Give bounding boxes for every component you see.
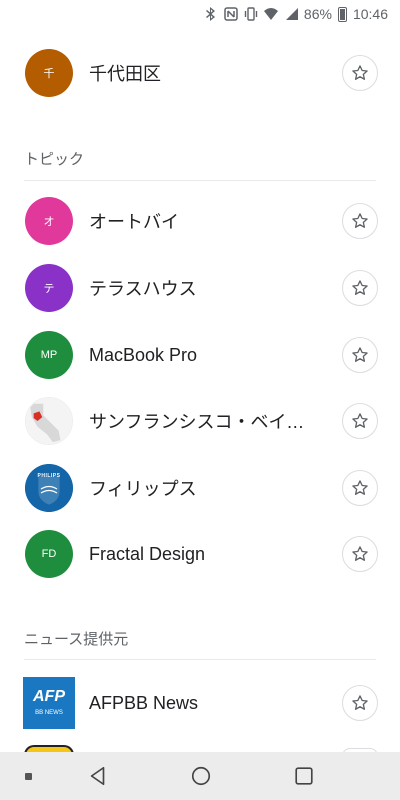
avatar: 千 <box>25 49 73 97</box>
menu-dot-icon[interactable] <box>24 772 32 780</box>
battery-icon <box>337 6 347 22</box>
nfc-icon <box>224 6 238 22</box>
clock: 10:46 <box>352 6 388 22</box>
list-item-chiyoda[interactable]: 千 千代田区 <box>0 40 400 106</box>
california-map-icon <box>26 398 72 444</box>
list-item-label: オートバイ <box>89 212 179 232</box>
vibrate-icon <box>244 6 258 22</box>
list-item-label: フィリップス <box>89 479 197 499</box>
list-item-topic[interactable]: テ テラスハウス <box>0 255 400 321</box>
star-icon <box>352 213 368 228</box>
list-item-label: Fractal Design <box>89 543 206 564</box>
bluetooth-icon <box>204 6 218 22</box>
star-icon <box>352 280 368 295</box>
avatar: MP <box>25 331 73 379</box>
philips-logo: PHILIPS <box>25 464 73 512</box>
avatar: FD <box>25 530 73 578</box>
section-header-topics: トピック <box>24 151 85 168</box>
avatar: テ <box>25 264 73 312</box>
list-item-topic[interactable]: FD Fractal Design <box>0 521 400 587</box>
map-thumbnail <box>25 397 73 445</box>
home-icon[interactable] <box>189 764 213 788</box>
afpbb-logo: AFP BB NEWS <box>23 677 75 729</box>
list-item-topic[interactable]: MP MacBook Pro <box>0 322 400 388</box>
divider <box>24 659 376 660</box>
list-item-topic[interactable]: サンフランシスコ・ベイエリア <box>0 388 400 454</box>
list-item-topic[interactable]: PHILIPS フィリップス <box>0 455 400 521</box>
star-button[interactable] <box>342 403 378 439</box>
battery-percent: 86% <box>303 6 332 22</box>
list-item-label: サンフランシスコ・ベイエリア <box>89 412 319 432</box>
list-item-label: 千代田区 <box>89 64 161 84</box>
back-icon[interactable] <box>86 764 110 788</box>
star-button[interactable] <box>342 536 378 572</box>
avatar: オ <box>25 197 73 245</box>
star-icon <box>352 347 368 362</box>
star-button[interactable] <box>342 337 378 373</box>
star-button[interactable] <box>342 55 378 91</box>
status-bar: 86% 10:46 <box>0 0 400 28</box>
section-header-sources: ニュース提供元 <box>24 631 129 648</box>
star-button[interactable] <box>342 470 378 506</box>
list-item-label: MacBook Pro <box>89 344 198 365</box>
star-button[interactable] <box>342 270 378 306</box>
wifi-icon <box>263 6 278 22</box>
star-icon <box>352 65 368 80</box>
list-item-topic[interactable]: オ オートバイ <box>0 188 400 254</box>
signal-icon <box>284 6 298 22</box>
divider <box>24 180 376 181</box>
star-button[interactable] <box>342 685 378 721</box>
star-icon <box>352 413 368 428</box>
philips-shield-icon <box>25 464 73 512</box>
recents-icon[interactable] <box>292 764 316 788</box>
star-icon <box>352 480 368 495</box>
navigation-bar <box>0 752 400 800</box>
list-item-source[interactable]: AFP BB NEWS AFPBB News <box>0 670 400 736</box>
list-item-label: AFPBB News <box>89 692 199 713</box>
star-icon <box>352 546 368 561</box>
star-icon <box>352 695 368 710</box>
star-button[interactable] <box>342 203 378 239</box>
list-item-label: テラスハウス <box>89 279 197 299</box>
